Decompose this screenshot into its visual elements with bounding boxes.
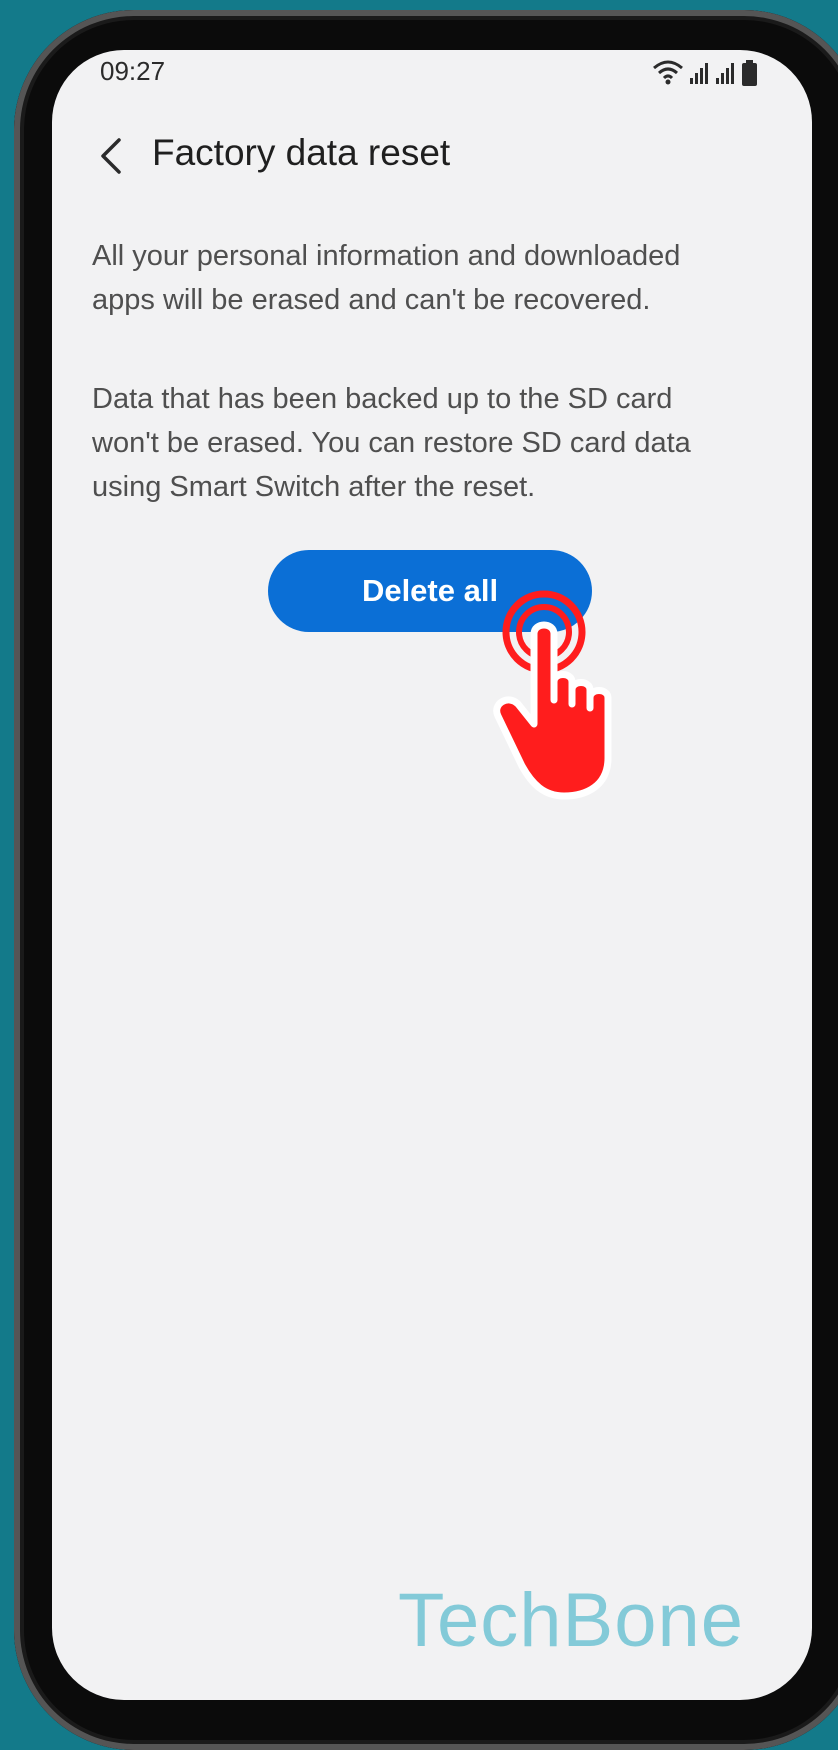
techbone-watermark: TechBone: [397, 1578, 744, 1663]
back-button[interactable]: [82, 126, 142, 186]
signal-icon: [716, 63, 734, 84]
status-icons: [652, 56, 772, 90]
chevron-left-icon: [101, 138, 121, 174]
battery-icon: [742, 60, 757, 86]
erase-warning-text: All your personal information and downlo…: [92, 240, 681, 316]
app-header: Factory data reset: [52, 120, 812, 200]
status-bar: 09:27: [52, 50, 812, 96]
status-icons-svg: [653, 60, 757, 86]
status-time: 09:27: [100, 56, 166, 86]
wifi-icon: [653, 60, 683, 85]
page-title: Factory data reset: [152, 132, 451, 173]
sd-card-note-text: Data that has been backed up to the SD c…: [92, 383, 691, 503]
signal-icon: [690, 63, 708, 84]
tap-hand-icon: [493, 590, 612, 800]
phone-screen: 09:27 Factory data reset All your person…: [52, 50, 812, 1700]
